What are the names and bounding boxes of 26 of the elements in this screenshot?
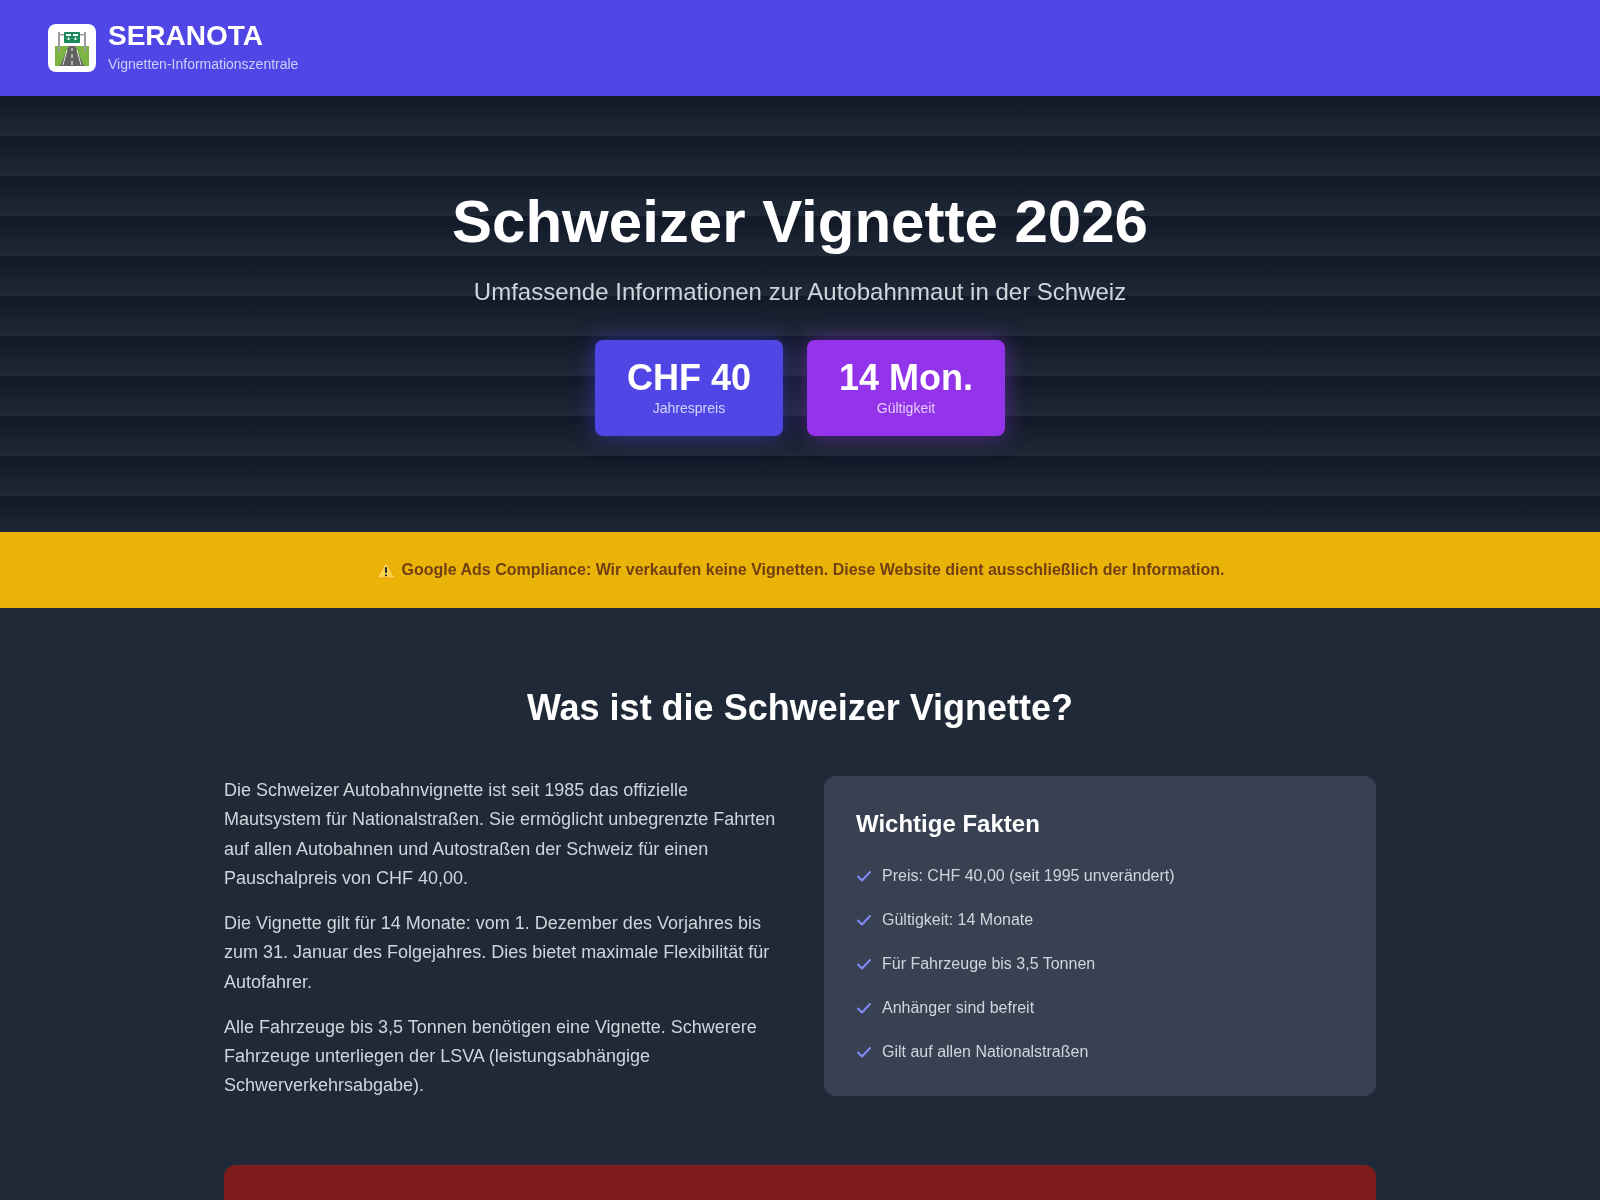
stat-label: Jahrespreis [652,399,726,418]
body-paragraph: Die Schweizer Autobahnvignette ist seit 1985 das offizielle Mautsystem für Nationalstraßen. Sie ermöglicht unbegrenzte Fahrten auf allen Autobahnen und Autostraßen der Schweiz für einen Pauschalpreis von CHF 40,00. [224,779,776,890]
notice-text: Google Ads Compliance: Wir verkaufen keine Vignetten. Diese Website dient ausschließlich der Information. [401,560,1225,580]
site-subtitle: Vignetten-Informationszentrale [108,55,299,74]
hero-subtitle: Umfassende Informationen zur Autobahnmaut in der Schweiz [473,277,1127,307]
check-icon [856,956,872,972]
stat-value: CHF 40 [626,358,751,398]
stat-label: Gültigkeit [876,399,936,418]
fact-text: Preis: CHF 40,00 (seit 1995 unverändert) [882,866,1175,886]
highway-logo-icon [48,24,96,72]
hero-title: Schweizer Vignette 2026 [452,192,1148,252]
fact-text: Gültigkeit: 14 Monate [882,910,1034,930]
fact-text: Gilt auf allen Nationalstraßen [882,1042,1089,1062]
check-icon [856,1044,872,1060]
card-title: Wichtige Fakten [856,809,1041,839]
check-icon [856,868,872,884]
stat-value: 14 Mon. [839,358,973,398]
site-title: SERANOTA [108,22,265,50]
fact-text: Anhänger sind befreit [882,998,1035,1018]
fact-text: Für Fahrzeuge bis 3,5 Tonnen [882,954,1096,974]
section-heading: Was ist die Schweizer Vignette? [525,688,1075,728]
check-icon [856,1000,872,1016]
warning-icon [375,561,396,579]
body-paragraph: Alle Fahrzeuge bis 3,5 Tonnen benötigen eine Vignette. Schwerere Fahrzeuge unterliegen der LSVA (leistungsabhängige Schwerverkehrsabgabe). [224,1015,758,1098]
body-paragraph: Die Vignette gilt für 14 Monate: vom 1. Dezember des Vorjahres bis zum 31. Januar des Folgejahres. Dies bietet maximale Flexibilität für Autofahrer. [224,912,771,994]
check-icon [856,912,872,928]
